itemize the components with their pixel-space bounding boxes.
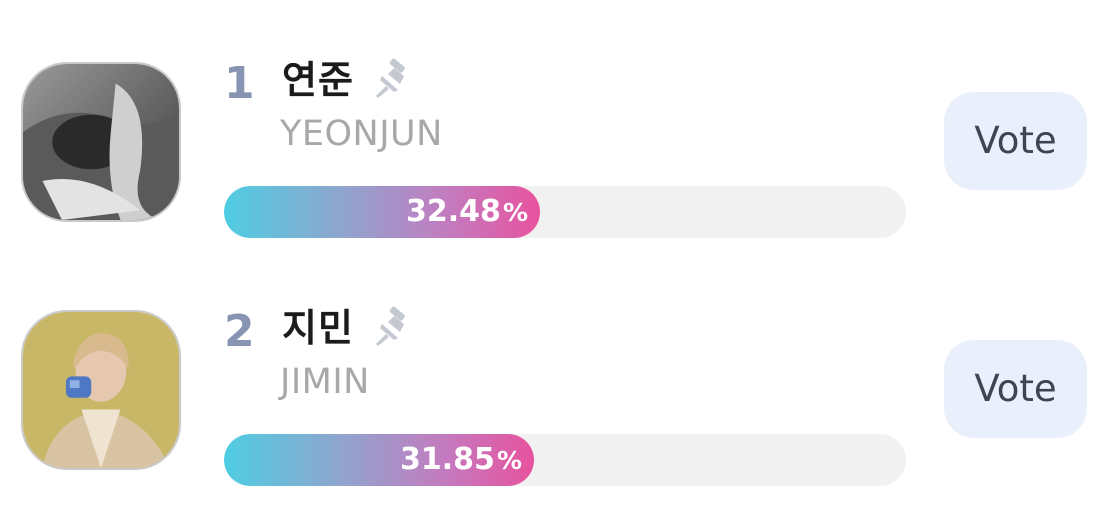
vote-progress-bar: 32.48%	[224, 186, 906, 238]
ranking-list: 1 연준 YEONJUN 32.48% Vote 2 지민 JIMIN 31.8…	[0, 0, 1100, 524]
rank-number: 2	[224, 306, 255, 357]
avatar-photo	[23, 312, 179, 468]
pin-icon[interactable]	[372, 306, 416, 350]
vote-progress-bar: 31.85%	[224, 434, 906, 486]
candidate-avatar	[21, 62, 181, 222]
rank-number: 1	[224, 58, 255, 109]
vote-progress-fill: 31.85%	[224, 434, 534, 486]
pin-icon[interactable]	[372, 58, 416, 102]
vote-progress-fill: 32.48%	[224, 186, 540, 238]
candidate-row: 2 지민 JIMIN 31.85% Vote	[0, 248, 1100, 498]
vote-button[interactable]: Vote	[944, 340, 1087, 438]
vote-percent-label: 32.48%	[406, 194, 528, 229]
vote-percent-label: 31.85%	[400, 442, 522, 477]
candidate-name-english: JIMIN	[280, 362, 370, 402]
candidate-name-korean: 연준	[282, 58, 354, 102]
candidate-row: 1 연준 YEONJUN 32.48% Vote	[0, 0, 1100, 250]
candidate-avatar	[21, 310, 181, 470]
candidate-name-korean: 지민	[282, 306, 354, 350]
avatar-photo	[23, 64, 179, 220]
vote-button[interactable]: Vote	[944, 92, 1087, 190]
candidate-name-english: YEONJUN	[280, 114, 443, 154]
